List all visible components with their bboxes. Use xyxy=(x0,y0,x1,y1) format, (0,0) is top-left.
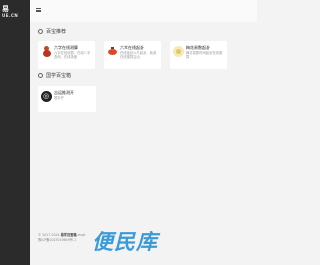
top-bar xyxy=(30,0,257,22)
qr-icon xyxy=(41,91,52,102)
card-desc: 六字在线测算，在线八字查询，在线排盘 xyxy=(54,51,91,59)
watermark-text: 便民库 xyxy=(92,230,158,254)
bagua-icon xyxy=(173,46,184,57)
card-meihua[interactable]: 梅花易数起卦 梅花易数时间起卦在线推算 xyxy=(170,41,227,69)
menu-icon[interactable] xyxy=(36,8,41,12)
card-liuyao[interactable]: 六爻在线起卦 在线摇卦六爻起卦，免费在线推算吉凶 xyxy=(104,41,161,69)
card-desc: 梅花易数时间起卦在线推算 xyxy=(186,51,223,59)
logo-subtext: UE.CN xyxy=(2,13,19,18)
sidebar: 易 UE.CN xyxy=(0,0,30,265)
gourd-icon xyxy=(41,46,52,57)
circle-icon xyxy=(38,29,43,34)
footer-icp[interactable]: 豫ICP备2023019649号-1 xyxy=(38,237,76,242)
circle-icon xyxy=(38,73,43,78)
card-desc: 暂未开 xyxy=(54,96,64,100)
lantern-icon xyxy=(107,46,118,57)
footer-suffix: ztcpt xyxy=(77,233,86,237)
card-jiyun[interactable]: 吉运推测开 暂未开 xyxy=(38,86,96,112)
section-title: 国学百宝箱 xyxy=(46,73,72,79)
card-desc: 在线摇卦六爻起卦，免费在线推算吉凶 xyxy=(120,51,157,59)
card-bazi[interactable]: 六字在线测算 六字在线测算，在线八字查询，在线排盘 xyxy=(38,41,95,69)
section-title: 百宝推荐 xyxy=(46,29,67,35)
